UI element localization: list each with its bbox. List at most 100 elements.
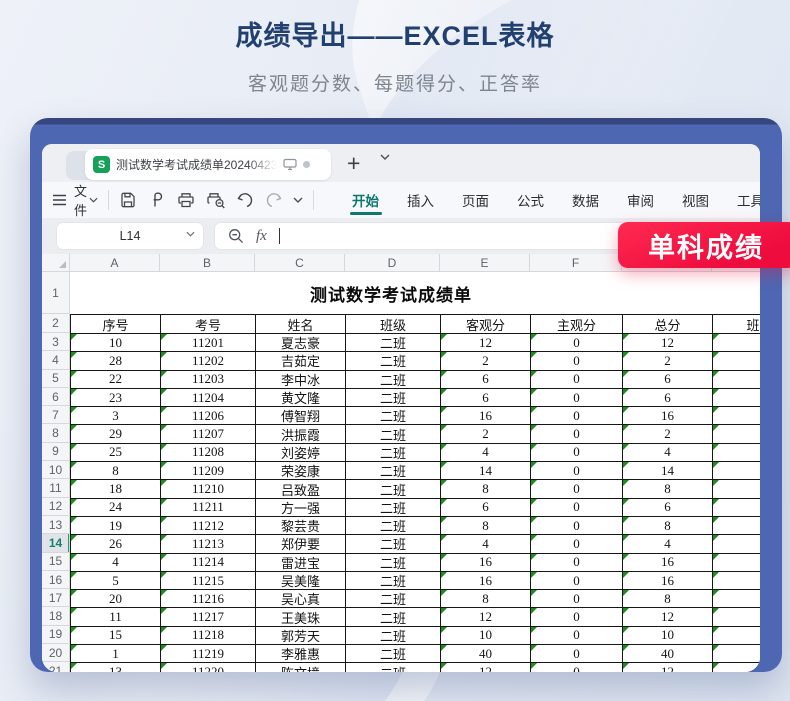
cell[interactable]: 16 (623, 572, 713, 590)
cell[interactable]: 二班 (346, 444, 441, 462)
column-header[interactable]: D (345, 254, 440, 271)
row-header[interactable]: 15 (42, 553, 69, 571)
select-all-corner[interactable] (42, 254, 70, 272)
cell[interactable]: 8 (441, 480, 531, 498)
cell[interactable]: 11220 (161, 663, 256, 672)
cell[interactable] (713, 444, 760, 462)
cell[interactable]: 12 (623, 334, 713, 352)
cell[interactable]: 0 (531, 517, 623, 535)
cell[interactable]: 雷进宝 (256, 554, 346, 572)
cell[interactable]: 23 (71, 389, 161, 407)
cell[interactable]: 二班 (346, 352, 441, 370)
cell[interactable]: 8 (623, 517, 713, 535)
cell[interactable]: 11207 (161, 425, 256, 443)
cell[interactable]: 黎芸贵 (256, 517, 346, 535)
cell-name-box[interactable]: L14 (56, 222, 204, 250)
redo-icon[interactable] (265, 193, 282, 208)
cell[interactable]: 二班 (346, 535, 441, 553)
cell[interactable]: 0 (531, 572, 623, 590)
cell[interactable]: 0 (531, 352, 623, 370)
row-header[interactable]: 2 (42, 314, 69, 333)
tab-list-chevron-icon[interactable] (380, 154, 390, 160)
cell[interactable]: 王美珠 (256, 608, 346, 626)
cell[interactable]: 0 (531, 334, 623, 352)
cell[interactable]: 11204 (161, 389, 256, 407)
cell[interactable] (713, 352, 760, 370)
ribbon-tab[interactable]: 页面 (448, 182, 503, 218)
toolbar-more-chevron-icon[interactable] (293, 197, 303, 203)
cell[interactable]: 26 (71, 535, 161, 553)
cell[interactable]: 二班 (346, 425, 441, 443)
cell[interactable]: 12 (623, 608, 713, 626)
cell[interactable]: 二班 (346, 407, 441, 425)
undo-icon[interactable] (237, 193, 254, 208)
cell[interactable]: 二班 (346, 499, 441, 517)
cell[interactable]: 二班 (346, 663, 441, 672)
cell[interactable]: 6 (441, 389, 531, 407)
cell[interactable] (713, 590, 760, 608)
cell[interactable]: 0 (531, 645, 623, 663)
ribbon-tab[interactable]: 视图 (668, 182, 723, 218)
ribbon-tab[interactable]: 数据 (558, 182, 613, 218)
cell[interactable]: 二班 (346, 334, 441, 352)
cell[interactable] (713, 462, 760, 480)
ribbon-tab[interactable]: 审阅 (613, 182, 668, 218)
column-header[interactable]: C (255, 254, 345, 271)
cell[interactable]: 二班 (346, 389, 441, 407)
cell[interactable] (713, 554, 760, 572)
cell[interactable] (713, 371, 760, 389)
cell[interactable]: 0 (531, 663, 623, 672)
cell[interactable] (713, 517, 760, 535)
cell[interactable]: 洪振霞 (256, 425, 346, 443)
cell[interactable]: 4 (441, 535, 531, 553)
cell[interactable]: 12 (623, 663, 713, 672)
column-header[interactable]: F (530, 254, 622, 271)
cell[interactable]: 40 (441, 645, 531, 663)
cell[interactable]: 李中冰 (256, 371, 346, 389)
row-header[interactable]: 17 (42, 589, 69, 607)
cell[interactable]: 6 (441, 371, 531, 389)
cell[interactable]: 0 (531, 462, 623, 480)
save-icon[interactable] (119, 191, 137, 209)
cell[interactable] (713, 572, 760, 590)
cell[interactable]: 11213 (161, 535, 256, 553)
row-header[interactable]: 12 (42, 498, 69, 516)
zoom-magnifier-icon[interactable] (228, 228, 244, 244)
cell[interactable]: 10 (623, 627, 713, 645)
cell[interactable]: 0 (531, 535, 623, 553)
header-cell[interactable]: 总分 (623, 315, 713, 334)
row-header[interactable]: 18 (42, 607, 69, 625)
cell[interactable]: 8 (441, 590, 531, 608)
cell[interactable]: 0 (531, 499, 623, 517)
cell[interactable]: 16 (623, 407, 713, 425)
cell[interactable] (713, 425, 760, 443)
cell[interactable]: 陈文境 (256, 663, 346, 672)
cell[interactable]: 16 (623, 554, 713, 572)
cell[interactable]: 40 (623, 645, 713, 663)
cell[interactable]: 4 (623, 444, 713, 462)
row-header[interactable]: 16 (42, 571, 69, 589)
cell[interactable]: 4 (441, 444, 531, 462)
cell[interactable]: 20 (71, 590, 161, 608)
cell[interactable]: 黄文隆 (256, 389, 346, 407)
cell[interactable]: 11215 (161, 572, 256, 590)
cell[interactable]: 8 (71, 462, 161, 480)
cell[interactable] (713, 627, 760, 645)
cell[interactable]: 24 (71, 499, 161, 517)
cell[interactable]: 22 (71, 371, 161, 389)
cell[interactable]: 13 (71, 663, 161, 672)
cell[interactable]: 二班 (346, 480, 441, 498)
cell[interactable]: 8 (623, 480, 713, 498)
cell[interactable]: 0 (531, 608, 623, 626)
row-header[interactable]: 10 (42, 461, 69, 479)
row-header[interactable]: 19 (42, 626, 69, 644)
cell[interactable]: 二班 (346, 462, 441, 480)
row-header[interactable]: 3 (42, 333, 69, 351)
cell[interactable]: 2 (441, 352, 531, 370)
cell[interactable]: 11208 (161, 444, 256, 462)
row-header[interactable]: 11 (42, 479, 69, 497)
cell[interactable]: 方一强 (256, 499, 346, 517)
ribbon-tab[interactable]: 公式 (503, 182, 558, 218)
cell[interactable]: 吉茹定 (256, 352, 346, 370)
column-header[interactable]: B (160, 254, 255, 271)
